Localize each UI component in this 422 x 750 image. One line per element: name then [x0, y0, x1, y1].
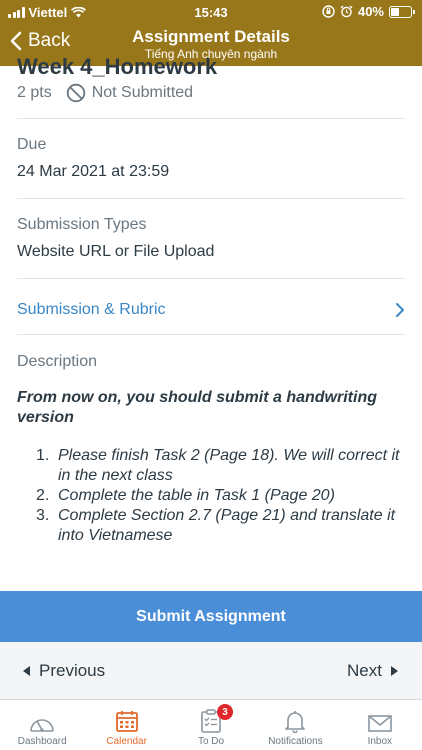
tab-notifications[interactable]: Notifications — [253, 700, 337, 750]
tab-dashboard[interactable]: Dashboard — [0, 700, 84, 750]
due-value: 24 Mar 2021 at 23:59 — [17, 163, 170, 180]
divider — [17, 118, 405, 119]
assignment-title: Week 4_Homework — [17, 54, 218, 79]
description-list: 1. Please finish Task 2 (Page 18). We wi… — [36, 446, 408, 546]
calendar-icon — [115, 711, 138, 732]
points-value: 2 pts — [17, 84, 52, 101]
points-status-row: 2 pts Not Submitted — [17, 83, 193, 103]
triangle-right-icon — [391, 666, 398, 676]
not-submitted-icon — [66, 83, 85, 103]
status-bar: Viettel 15:43 40% — [0, 0, 422, 24]
list-item: 2. Complete the table in Task 1 (Page 20… — [36, 487, 335, 504]
next-label: Next — [347, 661, 382, 680]
bell-icon — [285, 711, 306, 733]
submission-rubric-link[interactable]: Submission & Rubric — [17, 282, 405, 338]
list-item: 1. Please finish Task 2 (Page 18). We wi… — [36, 447, 400, 484]
divider — [17, 334, 405, 335]
tab-todo[interactable]: 3 To Do — [169, 700, 253, 750]
nav-title: Assignment Details — [132, 27, 290, 46]
description-heading: From now on, you should submit a handwri… — [17, 389, 377, 426]
tab-bar: Dashboard Calendar 3 To Do Notifications — [0, 699, 422, 750]
submission-rubric-label: Submission & Rubric — [17, 301, 166, 318]
pager: Previous Next — [0, 642, 422, 699]
triangle-left-icon — [23, 666, 30, 676]
previous-button[interactable]: Previous — [23, 661, 105, 681]
due-label: Due — [17, 136, 47, 153]
orientation-lock-icon — [322, 5, 335, 18]
submission-types-value: Website URL or File Upload — [17, 243, 215, 260]
battery-percent: 40% — [357, 4, 384, 19]
previous-label: Previous — [39, 661, 106, 680]
divider — [17, 198, 405, 199]
dashboard-icon — [30, 719, 55, 732]
submission-types-label: Submission Types — [17, 216, 147, 233]
todo-count-badge: 3 — [217, 704, 234, 720]
tab-inbox[interactable]: Inbox — [338, 700, 422, 750]
alarm-icon — [340, 5, 353, 18]
submit-assignment-button[interactable]: Submit Assignment — [0, 591, 422, 642]
tab-calendar[interactable]: Calendar — [84, 700, 168, 750]
next-button[interactable]: Next — [347, 661, 398, 681]
description-label: Description — [17, 353, 98, 370]
divider — [17, 278, 405, 279]
chevron-right-icon — [396, 303, 404, 317]
inbox-icon — [368, 715, 392, 732]
submission-status: Not Submitted — [91, 84, 194, 101]
list-item: 3. Complete Section 2.7 (Page 21) and tr… — [36, 507, 396, 544]
battery-icon — [389, 5, 415, 18]
